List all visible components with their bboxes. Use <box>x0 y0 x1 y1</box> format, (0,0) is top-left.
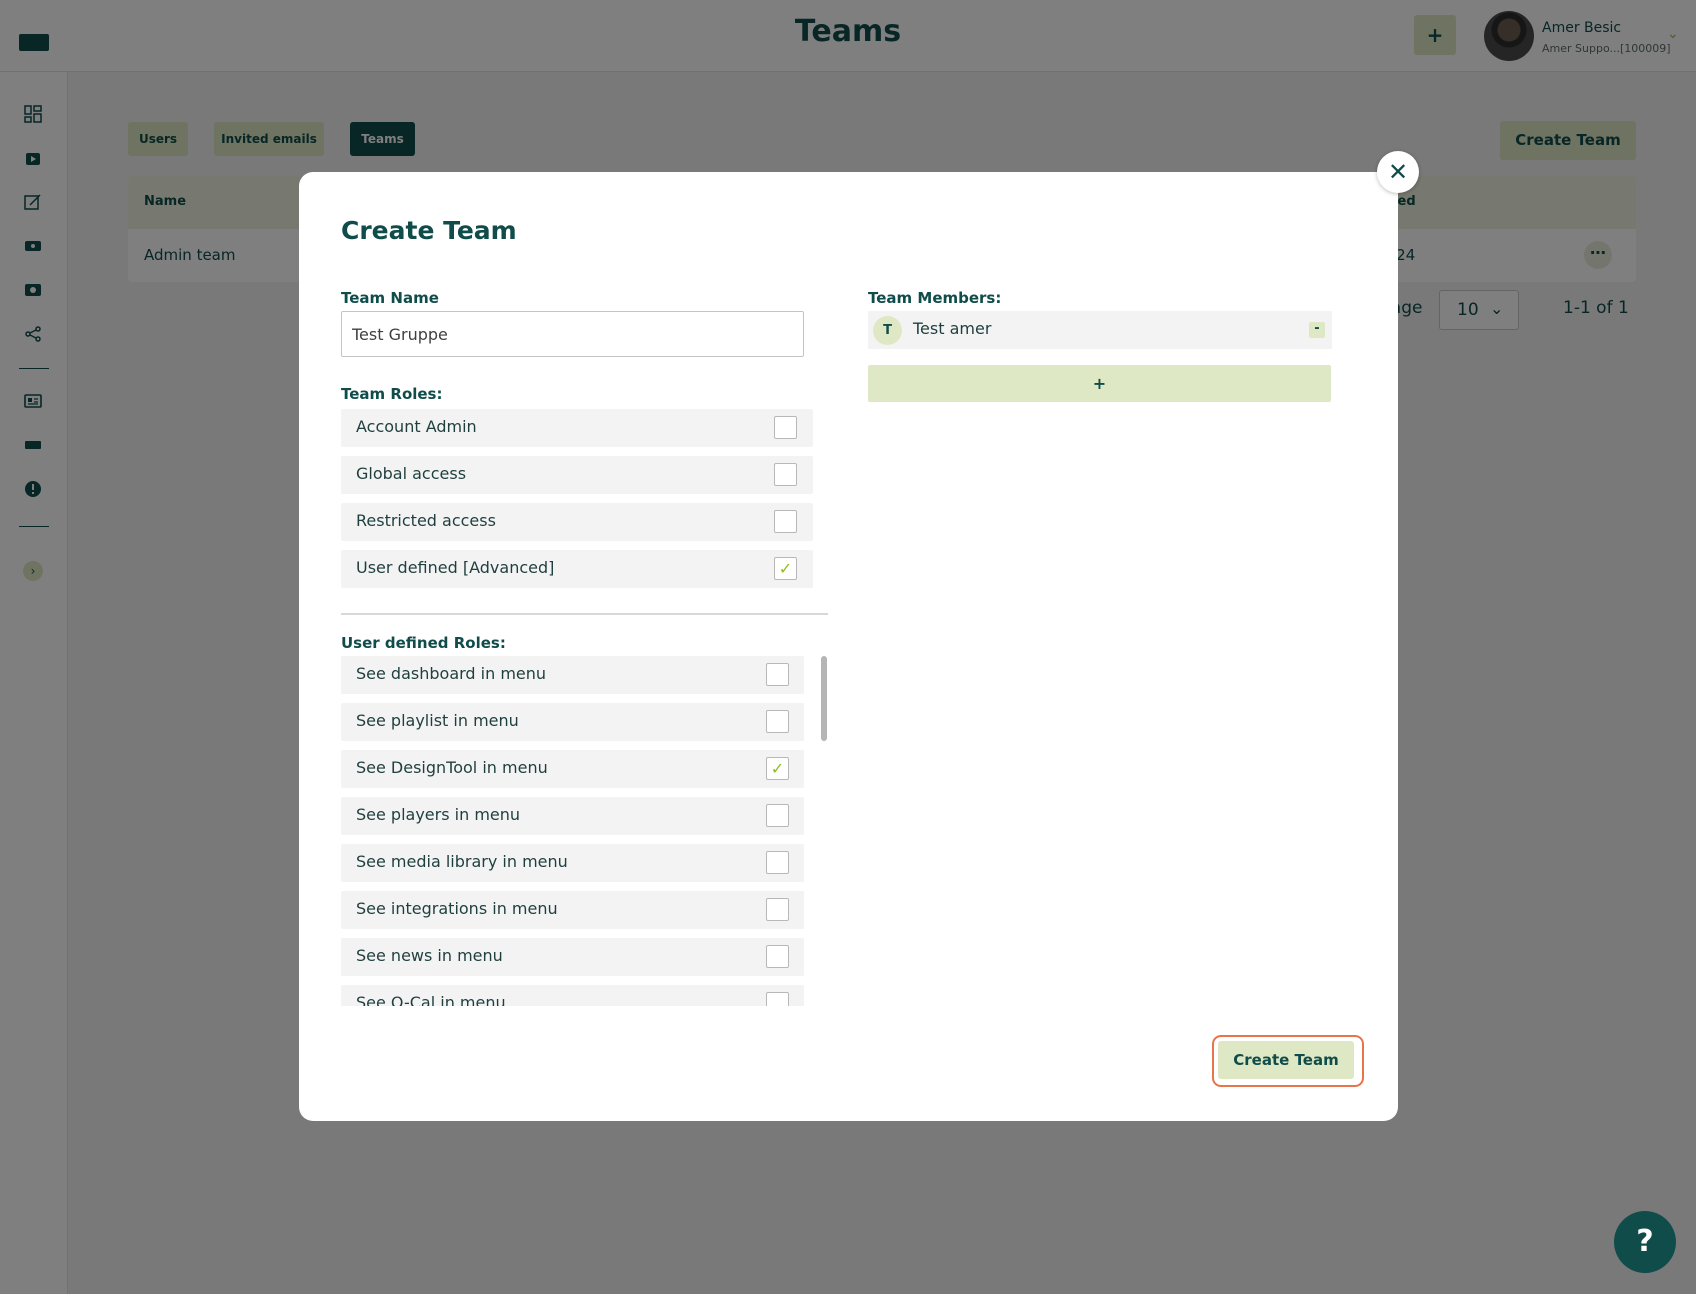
roles-scrollbar[interactable] <box>821 656 827 1006</box>
role-label: See news in menu <box>356 946 503 965</box>
checkbox[interactable] <box>766 804 789 827</box>
scrollbar-thumb[interactable] <box>821 656 827 741</box>
checkbox[interactable] <box>766 992 789 1006</box>
member-name: Test amer <box>913 319 992 338</box>
user-defined-roles-list[interactable]: See dashboard in menu See playlist in me… <box>341 656 836 1006</box>
user-role-dashboard[interactable]: See dashboard in menu <box>341 656 804 694</box>
checkbox[interactable] <box>766 851 789 874</box>
section-divider <box>341 613 828 615</box>
role-label: See Q-Cal in menu <box>356 993 506 1006</box>
remove-member-button[interactable]: - <box>1309 322 1325 338</box>
checkbox[interactable] <box>766 710 789 733</box>
help-button[interactable]: ? <box>1614 1211 1676 1273</box>
close-icon[interactable]: ✕ <box>1377 151 1419 193</box>
user-role-q-cal[interactable]: See Q-Cal in menu <box>341 985 804 1006</box>
checkbox[interactable] <box>766 945 789 968</box>
checkbox[interactable] <box>774 463 797 486</box>
team-role-restricted-access[interactable]: Restricted access <box>341 503 813 541</box>
user-defined-roles-label: User defined Roles: <box>341 634 506 652</box>
role-label: See media library in menu <box>356 852 568 871</box>
team-role-account-admin[interactable]: Account Admin <box>341 409 813 447</box>
dialog-title: Create Team <box>341 216 517 245</box>
member-item: T Test amer - <box>868 311 1332 349</box>
user-role-players[interactable]: See players in menu <box>341 797 804 835</box>
user-role-playlist[interactable]: See playlist in menu <box>341 703 804 741</box>
checkbox[interactable] <box>766 898 789 921</box>
add-member-button[interactable]: + <box>868 365 1331 402</box>
user-role-news[interactable]: See news in menu <box>341 938 804 976</box>
role-label: See playlist in menu <box>356 711 519 730</box>
team-roles-label: Team Roles: <box>341 385 443 403</box>
role-label: See dashboard in menu <box>356 664 547 683</box>
role-label: Global access <box>356 464 467 483</box>
team-role-user-defined[interactable]: User defined [Advanced] ✓ <box>341 550 813 588</box>
role-label: User defined [Advanced] <box>356 558 555 577</box>
role-label: See DesignTool in menu <box>356 758 548 777</box>
checkbox[interactable] <box>766 663 789 686</box>
role-label: See integrations in menu <box>356 899 558 918</box>
team-members-label: Team Members: <box>868 289 1002 307</box>
user-role-media-library[interactable]: See media library in menu <box>341 844 804 882</box>
team-name-input[interactable] <box>341 311 804 357</box>
checkbox[interactable] <box>774 416 797 439</box>
checkbox-checked[interactable]: ✓ <box>774 557 797 580</box>
team-name-label: Team Name <box>341 289 439 307</box>
user-role-integrations[interactable]: See integrations in menu <box>341 891 804 929</box>
role-label: Account Admin <box>356 417 477 436</box>
checkbox-checked[interactable]: ✓ <box>766 757 789 780</box>
role-label: See players in menu <box>356 805 521 824</box>
create-team-submit-button[interactable]: Create Team <box>1218 1041 1354 1079</box>
member-avatar: T <box>873 316 902 345</box>
team-role-global-access[interactable]: Global access <box>341 456 813 494</box>
create-team-dialog: Create Team Team Name Team Roles: Accoun… <box>299 172 1398 1121</box>
role-label: Restricted access <box>356 511 496 530</box>
user-role-designtool[interactable]: See DesignTool in menu ✓ <box>341 750 804 788</box>
checkbox[interactable] <box>774 510 797 533</box>
